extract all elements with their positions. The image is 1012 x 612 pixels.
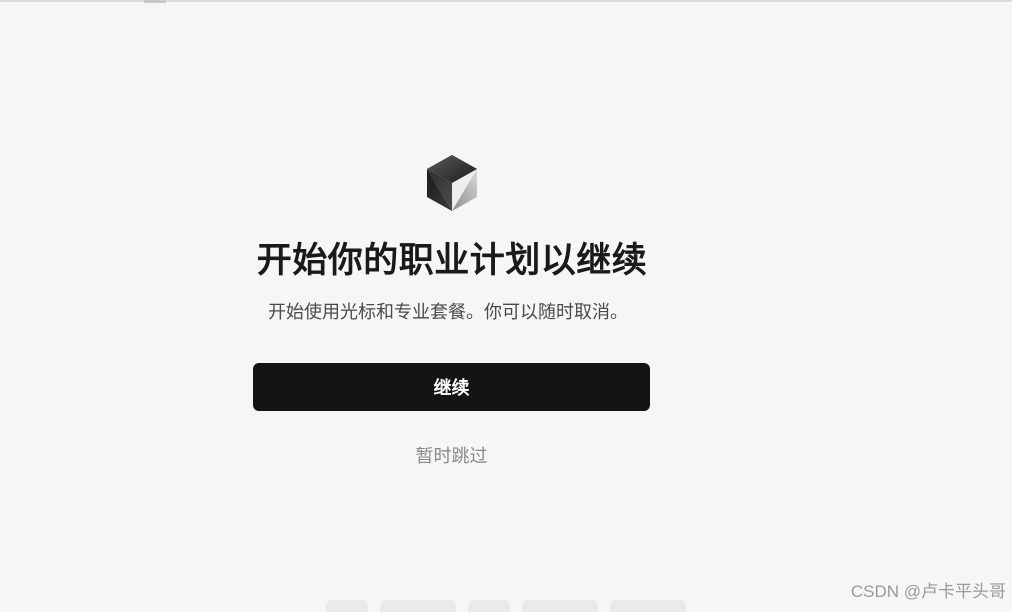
bottom-bar (326, 600, 686, 612)
bottom-chip (380, 600, 456, 612)
continue-button-label: 继续 (433, 378, 470, 399)
upgrade-dialog: 开始你的职业计划以继续 开始使用光标和专业套餐。你可以随时取消。 继续 暂时跳过 (0, 0, 1012, 610)
cube-logo-icon (427, 155, 477, 211)
dialog-subtitle: 开始使用光标和专业套餐。你可以随时取消。 (268, 302, 628, 323)
skip-for-now-link[interactable]: 暂时跳过 (253, 442, 650, 468)
bottom-chip (522, 600, 598, 612)
continue-button[interactable]: 继续 (253, 363, 650, 411)
bottom-chip (326, 600, 368, 612)
watermark-text: CSDN @卢卡平头哥 (850, 582, 1006, 601)
bottom-chip (610, 600, 686, 612)
dialog-title: 开始你的职业计划以继续 (256, 241, 648, 281)
bottom-chip (468, 600, 510, 612)
